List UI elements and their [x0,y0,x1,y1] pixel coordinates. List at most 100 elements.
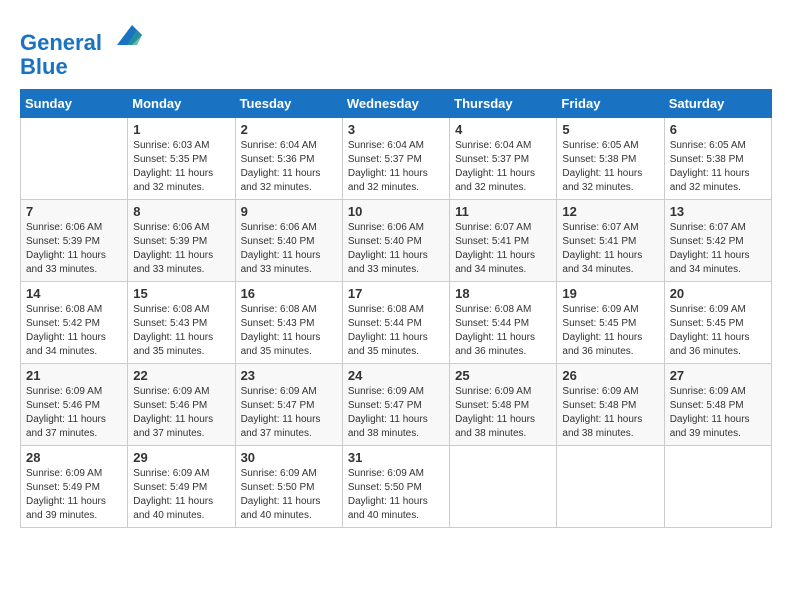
day-info: Sunrise: 6:07 AM Sunset: 5:42 PM Dayligh… [670,221,766,277]
day-info: Sunrise: 6:04 AM Sunset: 5:37 PM Dayligh… [455,139,551,195]
calendar-cell: 29 Sunrise: 6:09 AM Sunset: 5:49 PM Dayli… [128,446,235,528]
calendar-cell: 19 Sunrise: 6:09 AM Sunset: 5:45 PM Dayli… [557,282,664,364]
calendar-cell: 21 Sunrise: 6:09 AM Sunset: 5:46 PM Dayli… [21,364,128,446]
day-number: 31 [348,450,444,465]
day-info: Sunrise: 6:09 AM Sunset: 5:46 PM Dayligh… [133,385,229,441]
day-info: Sunrise: 6:09 AM Sunset: 5:49 PM Dayligh… [26,467,122,523]
day-info: Sunrise: 6:06 AM Sunset: 5:39 PM Dayligh… [26,221,122,277]
calendar-week-row: 21 Sunrise: 6:09 AM Sunset: 5:46 PM Dayli… [21,364,772,446]
day-of-week-header: Thursday [450,90,557,118]
calendar-cell: 14Sunrise: 6:08 AM Sunset: 5:42 PM Dayli… [21,282,128,364]
day-number: 18 [455,286,551,301]
day-info: Sunrise: 6:05 AM Sunset: 5:38 PM Dayligh… [562,139,658,195]
calendar-cell: 2Sunrise: 6:04 AM Sunset: 5:36 PM Daylig… [235,118,342,200]
day-number: 11 [455,204,551,219]
day-number: 19 [562,286,658,301]
day-info: Sunrise: 6:07 AM Sunset: 5:41 PM Dayligh… [562,221,658,277]
day-info: Sunrise: 6:08 AM Sunset: 5:43 PM Dayligh… [241,303,337,359]
day-info: Sunrise: 6:08 AM Sunset: 5:44 PM Dayligh… [348,303,444,359]
day-number: 29 [133,450,229,465]
day-info: Sunrise: 6:06 AM Sunset: 5:39 PM Dayligh… [133,221,229,277]
day-number: 14 [26,286,122,301]
day-number: 1 [133,122,229,137]
page-header: General Blue [20,20,772,79]
calendar-cell: 23 Sunrise: 6:09 AM Sunset: 5:47 PM Dayli… [235,364,342,446]
day-info: Sunrise: 6:03 AM Sunset: 5:35 PM Dayligh… [133,139,229,195]
day-info: Sunrise: 6:09 AM Sunset: 5:48 PM Dayligh… [670,385,766,441]
calendar-cell: 30Sunrise: 6:09 AM Sunset: 5:50 PM Dayli… [235,446,342,528]
day-number: 13 [670,204,766,219]
calendar-week-row: 7 Sunrise: 6:06 AM Sunset: 5:39 PM Daylig… [21,200,772,282]
calendar-header: SundayMondayTuesdayWednesdayThursdayFrid… [21,90,772,118]
calendar-cell: 24 Sunrise: 6:09 AM Sunset: 5:47 PM Dayli… [342,364,449,446]
day-info: Sunrise: 6:06 AM Sunset: 5:40 PM Dayligh… [241,221,337,277]
calendar-cell: 10 Sunrise: 6:06 AM Sunset: 5:40 PM Dayli… [342,200,449,282]
calendar-table: SundayMondayTuesdayWednesdayThursdayFrid… [20,89,772,528]
calendar-cell: 22 Sunrise: 6:09 AM Sunset: 5:46 PM Dayli… [128,364,235,446]
day-info: Sunrise: 6:08 AM Sunset: 5:44 PM Dayligh… [455,303,551,359]
calendar-cell: 4 Sunrise: 6:04 AM Sunset: 5:37 PM Daylig… [450,118,557,200]
calendar-week-row: 28 Sunrise: 6:09 AM Sunset: 5:49 PM Dayli… [21,446,772,528]
calendar-week-row: 14Sunrise: 6:08 AM Sunset: 5:42 PM Dayli… [21,282,772,364]
day-info: Sunrise: 6:07 AM Sunset: 5:41 PM Dayligh… [455,221,551,277]
day-number: 23 [241,368,337,383]
logo: General Blue [20,20,142,79]
day-number: 22 [133,368,229,383]
calendar-cell: 18 Sunrise: 6:08 AM Sunset: 5:44 PM Dayli… [450,282,557,364]
day-number: 4 [455,122,551,137]
day-number: 25 [455,368,551,383]
day-number: 17 [348,286,444,301]
calendar-cell: 17 Sunrise: 6:08 AM Sunset: 5:44 PM Dayli… [342,282,449,364]
calendar-cell: 7 Sunrise: 6:06 AM Sunset: 5:39 PM Daylig… [21,200,128,282]
calendar-cell: 9 Sunrise: 6:06 AM Sunset: 5:40 PM Daylig… [235,200,342,282]
day-info: Sunrise: 6:08 AM Sunset: 5:43 PM Dayligh… [133,303,229,359]
day-info: Sunrise: 6:09 AM Sunset: 5:47 PM Dayligh… [241,385,337,441]
day-number: 10 [348,204,444,219]
calendar-cell: 13 Sunrise: 6:07 AM Sunset: 5:42 PM Dayli… [664,200,771,282]
day-number: 24 [348,368,444,383]
calendar-cell: 15Sunrise: 6:08 AM Sunset: 5:43 PM Dayli… [128,282,235,364]
logo-general: General [20,30,102,55]
day-number: 9 [241,204,337,219]
calendar-cell: 26 Sunrise: 6:09 AM Sunset: 5:48 PM Dayli… [557,364,664,446]
day-number: 2 [241,122,337,137]
calendar-cell: 6 Sunrise: 6:05 AM Sunset: 5:38 PM Daylig… [664,118,771,200]
day-number: 21 [26,368,122,383]
day-info: Sunrise: 6:09 AM Sunset: 5:48 PM Dayligh… [562,385,658,441]
day-number: 27 [670,368,766,383]
logo-icon [112,20,142,50]
calendar-cell: 11 Sunrise: 6:07 AM Sunset: 5:41 PM Dayli… [450,200,557,282]
day-number: 5 [562,122,658,137]
calendar-cell: 25 Sunrise: 6:09 AM Sunset: 5:48 PM Dayli… [450,364,557,446]
logo-blue: Blue [20,54,68,79]
calendar-cell: 20Sunrise: 6:09 AM Sunset: 5:45 PM Dayli… [664,282,771,364]
day-info: Sunrise: 6:06 AM Sunset: 5:40 PM Dayligh… [348,221,444,277]
day-number: 28 [26,450,122,465]
day-info: Sunrise: 6:09 AM Sunset: 5:48 PM Dayligh… [455,385,551,441]
calendar-body: 1 Sunrise: 6:03 AM Sunset: 5:35 PM Daylig… [21,118,772,528]
calendar-cell: 31Sunrise: 6:09 AM Sunset: 5:50 PM Dayli… [342,446,449,528]
calendar-cell: 3Sunrise: 6:04 AM Sunset: 5:37 PM Daylig… [342,118,449,200]
day-number: 16 [241,286,337,301]
day-info: Sunrise: 6:09 AM Sunset: 5:47 PM Dayligh… [348,385,444,441]
calendar-cell [664,446,771,528]
calendar-cell [557,446,664,528]
day-info: Sunrise: 6:05 AM Sunset: 5:38 PM Dayligh… [670,139,766,195]
day-of-week-header: Tuesday [235,90,342,118]
day-of-week-header: Sunday [21,90,128,118]
day-info: Sunrise: 6:09 AM Sunset: 5:49 PM Dayligh… [133,467,229,523]
days-of-week-row: SundayMondayTuesdayWednesdayThursdayFrid… [21,90,772,118]
day-info: Sunrise: 6:09 AM Sunset: 5:46 PM Dayligh… [26,385,122,441]
day-of-week-header: Friday [557,90,664,118]
day-of-week-header: Saturday [664,90,771,118]
calendar-week-row: 1 Sunrise: 6:03 AM Sunset: 5:35 PM Daylig… [21,118,772,200]
day-info: Sunrise: 6:04 AM Sunset: 5:37 PM Dayligh… [348,139,444,195]
calendar-cell: 28 Sunrise: 6:09 AM Sunset: 5:49 PM Dayli… [21,446,128,528]
calendar-cell: 5 Sunrise: 6:05 AM Sunset: 5:38 PM Daylig… [557,118,664,200]
calendar-cell [21,118,128,200]
day-number: 7 [26,204,122,219]
day-info: Sunrise: 6:09 AM Sunset: 5:45 PM Dayligh… [562,303,658,359]
day-number: 6 [670,122,766,137]
calendar-cell: 1 Sunrise: 6:03 AM Sunset: 5:35 PM Daylig… [128,118,235,200]
day-number: 26 [562,368,658,383]
